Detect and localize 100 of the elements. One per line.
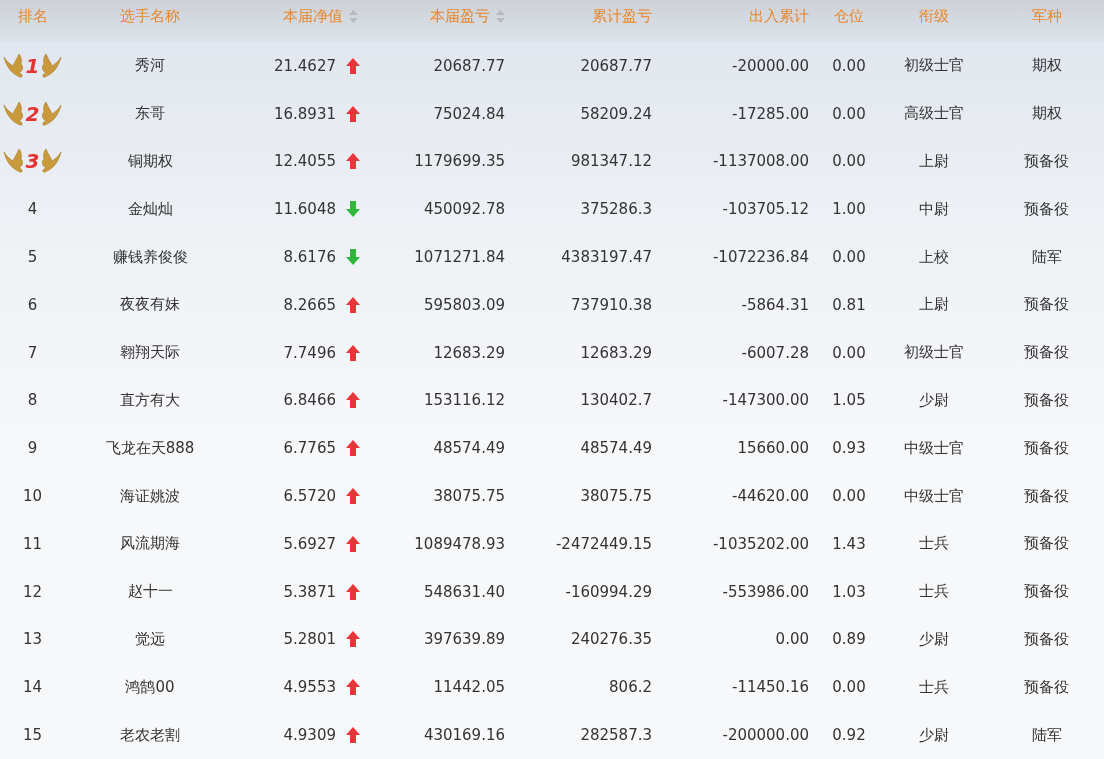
branch: 预备役 [1024, 152, 1069, 171]
rank-title: 上尉 [919, 152, 949, 171]
rank-number: 12 [22, 582, 43, 601]
rank-title: 少尉 [919, 390, 949, 410]
cumulative-flow: -6007.28 [741, 343, 809, 362]
cumulative-profit-loss: 58209.24 [580, 104, 652, 123]
profit-loss: 430169.16 [423, 726, 505, 745]
cumulative-profit-loss: 12683.29 [580, 343, 652, 362]
branch: 预备役 [1024, 199, 1069, 219]
rank-title: 初级士官 [904, 56, 964, 76]
profit-loss: 548631.40 [423, 582, 505, 601]
net-value: 5.2801 [283, 630, 336, 649]
branch: 预备役 [1024, 343, 1069, 363]
cumulative-flow: -20000.00 [732, 56, 809, 75]
rank-title: 士兵 [919, 582, 949, 602]
profit-loss: 20687.77 [433, 56, 505, 75]
cumulative-profit-loss: -160994.29 [565, 582, 652, 601]
player-name: 夜夜有妹 [120, 295, 180, 315]
net-value: 7.7496 [283, 343, 336, 362]
branch: 预备役 [1024, 582, 1069, 602]
cumulative-profit-loss: 806.2 [609, 678, 652, 697]
cumulative-profit-loss: 48574.49 [580, 439, 652, 458]
branch: 预备役 [1024, 677, 1069, 697]
player-name: 老农老割 [120, 725, 180, 745]
branch: 预备役 [1024, 486, 1069, 506]
net-value: 6.5720 [283, 487, 336, 506]
position-ratio: 0.92 [832, 726, 866, 745]
cumulative-flow: -1137008.00 [712, 152, 809, 171]
sort-icon[interactable] [349, 9, 358, 23]
profit-loss: 75024.84 [433, 104, 505, 123]
net-value: 16.8931 [273, 104, 336, 123]
player-name: 飞龙在天888 [105, 438, 195, 458]
player-name: 直方有大 [120, 390, 180, 410]
player-name: 赚钱养俊俊 [112, 247, 188, 267]
net-value: 4.9309 [283, 726, 336, 745]
profit-loss: 11442.05 [433, 678, 505, 697]
cumulative-flow: -553986.00 [722, 582, 809, 601]
column-header[interactable]: 本届盈亏 [430, 6, 490, 26]
profit-loss: 48574.49 [433, 439, 505, 458]
profit-loss: 12683.29 [433, 343, 505, 362]
rank-number: 1 [24, 53, 41, 78]
profit-loss: 397639.89 [423, 630, 505, 649]
rank-title: 高级士官 [904, 104, 964, 124]
rank-title: 中级士官 [904, 486, 964, 506]
wing-icon [41, 52, 64, 79]
position-ratio: 0.00 [832, 56, 866, 75]
player-name: 铜期权 [127, 152, 173, 171]
branch: 陆军 [1031, 725, 1062, 745]
position-ratio: 0.00 [832, 152, 866, 171]
player-name: 鸿鹄00 [125, 677, 175, 697]
column-header: 累计盈亏 [592, 6, 652, 26]
cumulative-profit-loss: 282587.3 [580, 726, 652, 745]
cumulative-profit-loss: 375286.3 [580, 200, 652, 219]
net-value: 11.6048 [273, 200, 336, 219]
cumulative-profit-loss: 4383197.47 [561, 248, 652, 267]
rank-number: 14 [22, 678, 43, 697]
rank-number: 8 [27, 391, 38, 410]
rank-title: 中级士官 [904, 438, 964, 458]
rank-number: 6 [27, 295, 38, 314]
rank-number: 10 [22, 487, 43, 506]
profit-loss: 1071271.84 [414, 248, 505, 267]
cumulative-profit-loss: 981347.12 [570, 152, 652, 171]
rank-title: 少尉 [919, 629, 949, 649]
rank-title: 中尉 [919, 199, 949, 219]
rank-number: 11 [22, 534, 43, 553]
wing-icon [41, 148, 64, 175]
net-value: 6.8466 [283, 391, 336, 410]
branch: 预备役 [1024, 629, 1069, 649]
branch: 期权 [1031, 56, 1062, 76]
net-value: 4.9553 [283, 678, 336, 697]
cumulative-profit-loss: 130402.7 [580, 391, 652, 410]
column-header[interactable]: 本届净值 [283, 6, 343, 26]
net-value: 8.6176 [283, 248, 336, 267]
cumulative-flow: -1035202.00 [712, 534, 809, 553]
column-header: 衔级 [919, 6, 949, 26]
position-ratio: 1.05 [832, 391, 866, 410]
rank-number: 5 [27, 248, 38, 267]
rank-number: 2 [24, 101, 41, 126]
cumulative-profit-loss: 20687.77 [580, 56, 652, 75]
cumulative-profit-loss: 737910.38 [570, 295, 652, 314]
rank-number: 4 [27, 200, 38, 219]
net-value: 5.6927 [283, 534, 336, 553]
rank-number: 3 [24, 149, 41, 174]
rank-title: 上校 [919, 247, 949, 267]
rank-title: 上尉 [919, 295, 949, 315]
net-value: 8.2665 [283, 295, 336, 314]
position-ratio: 0.89 [832, 630, 866, 649]
cumulative-flow: -11450.16 [732, 678, 809, 697]
column-header: 选手名称 [120, 6, 180, 26]
net-value: 12.4055 [273, 152, 336, 171]
position-ratio: 0.93 [832, 439, 866, 458]
cumulative-flow: -200000.00 [722, 726, 809, 745]
branch: 预备役 [1024, 534, 1069, 554]
player-name: 秀河 [135, 56, 165, 76]
branch: 预备役 [1024, 390, 1069, 410]
branch: 预备役 [1024, 438, 1069, 458]
rank-title: 少尉 [919, 725, 949, 745]
sort-icon[interactable] [496, 9, 505, 23]
rank-number: 9 [27, 439, 38, 458]
position-ratio: 0.00 [832, 104, 866, 123]
